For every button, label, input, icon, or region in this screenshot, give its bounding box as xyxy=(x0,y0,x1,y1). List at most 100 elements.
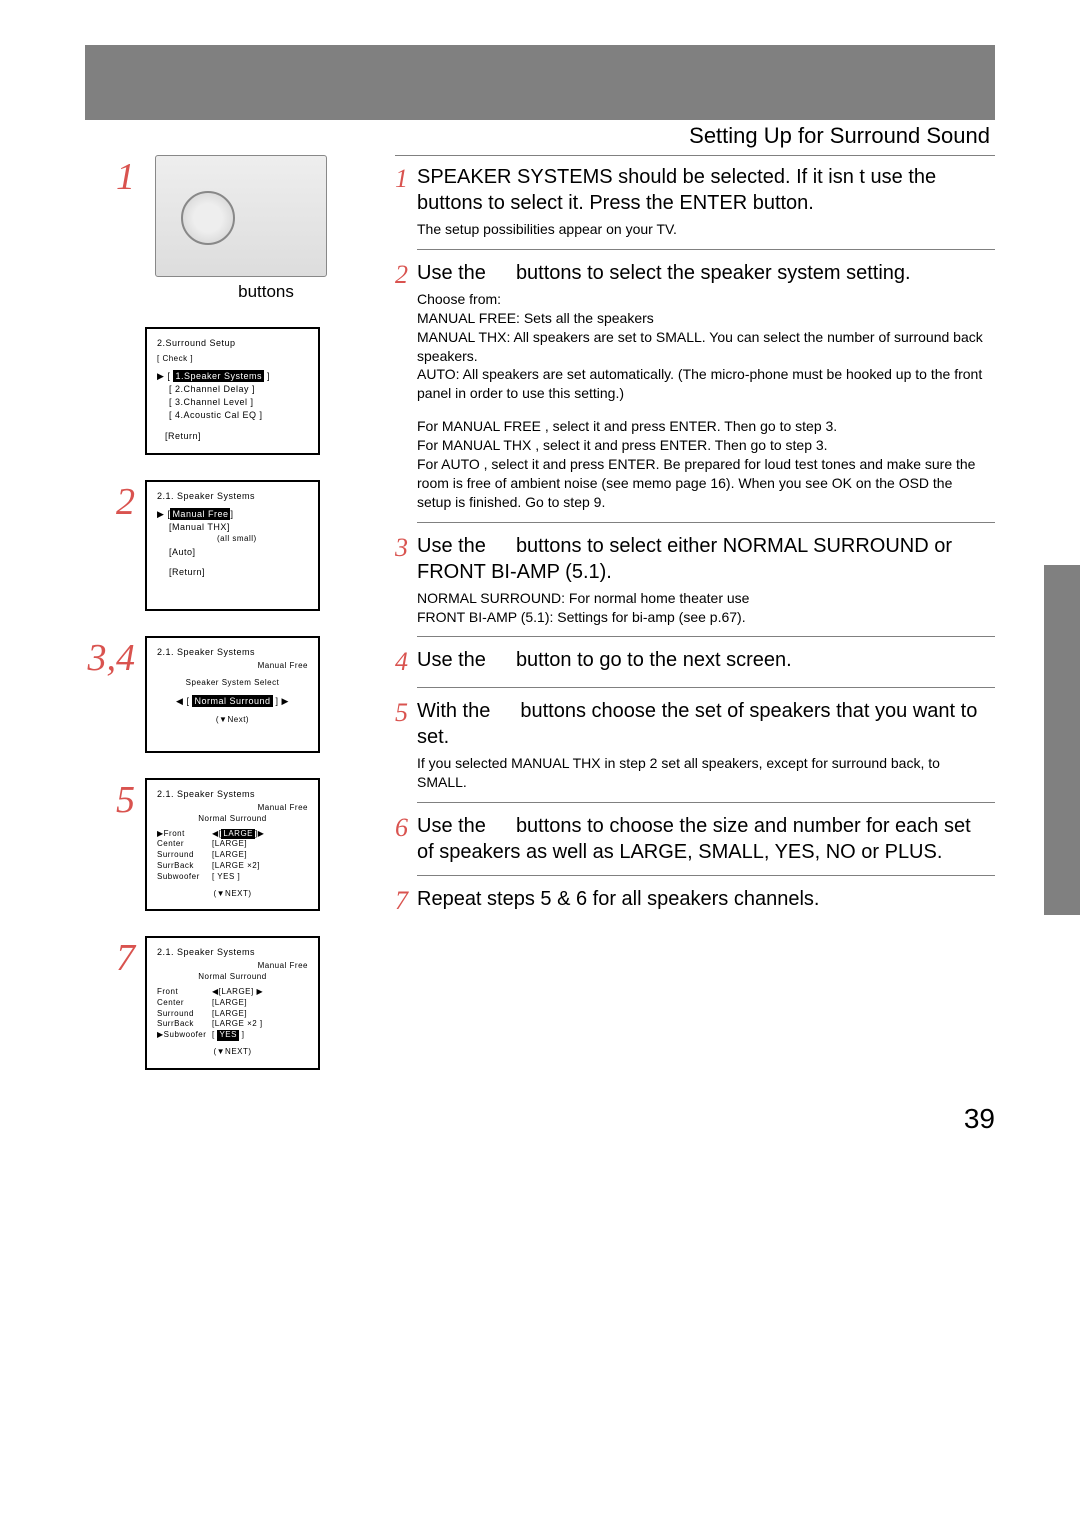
osd-item: [ 3.Channel Level ] xyxy=(169,396,308,408)
osd-subtitle: Manual Free xyxy=(157,961,308,972)
osd-title: 2.1. Speaker Systems xyxy=(157,490,308,502)
osd-subtitle: Manual Free xyxy=(157,661,308,672)
osd-screen: 2.Surround Setup [ Check ] ▶ [ 1.Speaker… xyxy=(145,327,320,455)
osd-row: ▶Subwoofer[ YES ] xyxy=(157,1030,308,1041)
separator xyxy=(417,249,995,250)
step-number: 5 xyxy=(395,698,417,728)
instruction-step: 1SPEAKER SYSTEMS should be selected. If … xyxy=(395,164,995,239)
step-number: 7 xyxy=(85,936,135,980)
osd-highlight: Normal Surround xyxy=(192,695,272,707)
osd-row: Surround[LARGE] xyxy=(157,1009,308,1020)
osd-item: [ 2.Channel Delay ] xyxy=(169,383,308,395)
step-number: 3,4 xyxy=(85,636,135,680)
step-text: SPEAKER SYSTEMS should be selected. If i… xyxy=(417,164,987,239)
osd-screen: 2.1. Speaker Systems Manual Free Speaker… xyxy=(145,636,320,753)
left-step-34: 3,4 2.1. Speaker Systems Manual Free Spe… xyxy=(85,636,375,753)
instruction-step: 4Use thebutton to go to the next screen. xyxy=(395,647,995,677)
step-main: With thebuttons choose the set of speake… xyxy=(417,698,987,750)
osd-next: (▼Next) xyxy=(157,715,308,726)
step-main: SPEAKER SYSTEMS should be selected. If i… xyxy=(417,164,987,216)
osd-next: (▼NEXT) xyxy=(157,889,308,900)
osd-subtitle: Manual Free xyxy=(157,803,308,814)
osd-row: SurrBack[LARGE ×2 ] xyxy=(157,1019,308,1030)
step-detail: For MANUAL FREE , select it and press EN… xyxy=(417,417,987,511)
buttons-label: buttons xyxy=(205,282,327,302)
osd-row: Center[LARGE] xyxy=(157,998,308,1009)
step-number: 4 xyxy=(395,647,417,677)
step-number: 2 xyxy=(85,480,135,524)
dial-icon xyxy=(181,191,235,245)
osd-line: Speaker System Select xyxy=(157,678,308,689)
osd-row: Center[LARGE] xyxy=(157,839,308,850)
step-number: 1 xyxy=(85,155,135,199)
step-text: Use thebutton to go to the next screen. xyxy=(417,647,987,673)
osd-item: [Auto] xyxy=(169,546,308,558)
osd-title: 2.1. Speaker Systems xyxy=(157,646,308,658)
side-tab xyxy=(1044,565,1080,915)
step-main: Use thebuttons to select either NORMAL S… xyxy=(417,533,987,585)
left-step-2: 2 2.1. Speaker Systems ▶ [Manual Free] [… xyxy=(85,480,375,612)
separator xyxy=(417,687,995,688)
right-column: 1SPEAKER SYSTEMS should be selected. If … xyxy=(395,155,995,1095)
osd-item: [ 4.Acoustic Cal EQ ] xyxy=(169,409,308,421)
osd-row: Subwoofer[ YES ] xyxy=(157,872,308,883)
step-main: Use thebuttons to choose the size and nu… xyxy=(417,813,987,865)
step-text: Use thebuttons to select the speaker sys… xyxy=(417,260,987,512)
separator xyxy=(417,875,995,876)
separator xyxy=(417,522,995,523)
instruction-step: 6Use thebuttons to choose the size and n… xyxy=(395,813,995,865)
step-number: 5 xyxy=(85,778,135,822)
left-step-5: 5 2.1. Speaker Systems Manual Free Norma… xyxy=(85,778,375,912)
osd-return: [Return] xyxy=(169,566,308,578)
osd-item: ◀ [ Normal Surround ] ▶ xyxy=(157,695,308,707)
step-main: Repeat steps 5 & 6 for all speakers chan… xyxy=(417,886,987,912)
instruction-step: 3Use thebuttons to select either NORMAL … xyxy=(395,533,995,627)
manual-page: Setting Up for Surround Sound 1 buttons … xyxy=(0,45,1080,1095)
osd-screen: 2.1. Speaker Systems Manual Free Normal … xyxy=(145,778,320,912)
step-number: 6 xyxy=(395,813,417,843)
step-number: 3 xyxy=(395,533,417,563)
instruction-step: 5With thebuttons choose the set of speak… xyxy=(395,698,995,792)
top-banner xyxy=(85,45,995,120)
osd-subtitle: Normal Surround xyxy=(157,972,308,983)
left-column: 1 buttons 2.Surround Setup [ Check ] ▶ [… xyxy=(85,155,375,1095)
osd-row: SurrBack[LARGE ×2] xyxy=(157,861,308,872)
step-main: Use thebuttons to select the speaker sys… xyxy=(417,260,987,286)
osd-next: (▼NEXT) xyxy=(157,1047,308,1058)
osd-item: ▶ [Manual Free] xyxy=(157,508,308,520)
osd-check: [ Check ] xyxy=(157,354,308,365)
step-detail: If you selected MANUAL THX in step 2 set… xyxy=(417,754,987,792)
step-detail: Choose from: MANUAL FREE: Sets all the s… xyxy=(417,290,987,403)
step-number: 2 xyxy=(395,260,417,290)
section-title: Setting Up for Surround Sound xyxy=(689,123,990,149)
separator xyxy=(395,155,995,156)
step-number: 1 xyxy=(395,164,417,194)
instruction-step: 2Use thebuttons to select the speaker sy… xyxy=(395,260,995,512)
osd-subtitle: Normal Surround xyxy=(157,814,308,825)
osd-title: 2.1. Speaker Systems xyxy=(157,788,308,800)
left-step-7: 7 2.1. Speaker Systems Manual Free Norma… xyxy=(85,936,375,1070)
osd-return: [Return] xyxy=(165,430,308,442)
left-osd-1: 2.Surround Setup [ Check ] ▶ [ 1.Speaker… xyxy=(85,327,375,455)
step-detail: NORMAL SURROUND: For normal home theater… xyxy=(417,589,987,627)
step-text: Repeat steps 5 & 6 for all speakers chan… xyxy=(417,886,987,912)
step-text: Use thebuttons to select either NORMAL S… xyxy=(417,533,987,627)
step-text: Use thebuttons to choose the size and nu… xyxy=(417,813,987,865)
separator xyxy=(417,636,995,637)
osd-row: Surround[LARGE] xyxy=(157,850,308,861)
osd-row: ▶Front◀[LARGE]▶ xyxy=(157,829,308,840)
step-detail: The setup possibilities appear on your T… xyxy=(417,220,987,239)
osd-screen: 2.1. Speaker Systems ▶ [Manual Free] [Ma… xyxy=(145,480,320,612)
osd-row: Front◀[LARGE] ▶ xyxy=(157,987,308,998)
osd-highlight: 1.Speaker Systems xyxy=(173,370,264,382)
osd-highlight: Manual Free xyxy=(170,508,230,520)
osd-item: (all small) xyxy=(217,534,308,545)
osd-title: 2.Surround Setup xyxy=(157,337,308,349)
osd-screen: 2.1. Speaker Systems Manual Free Normal … xyxy=(145,936,320,1070)
step-text: With thebuttons choose the set of speake… xyxy=(417,698,987,792)
content-columns: 1 buttons 2.Surround Setup [ Check ] ▶ [… xyxy=(85,155,995,1095)
device-illustration xyxy=(155,155,327,277)
separator xyxy=(417,802,995,803)
osd-item: ▶ [ 1.Speaker Systems ] xyxy=(157,370,308,382)
osd-item: [Manual THX] xyxy=(169,521,308,533)
